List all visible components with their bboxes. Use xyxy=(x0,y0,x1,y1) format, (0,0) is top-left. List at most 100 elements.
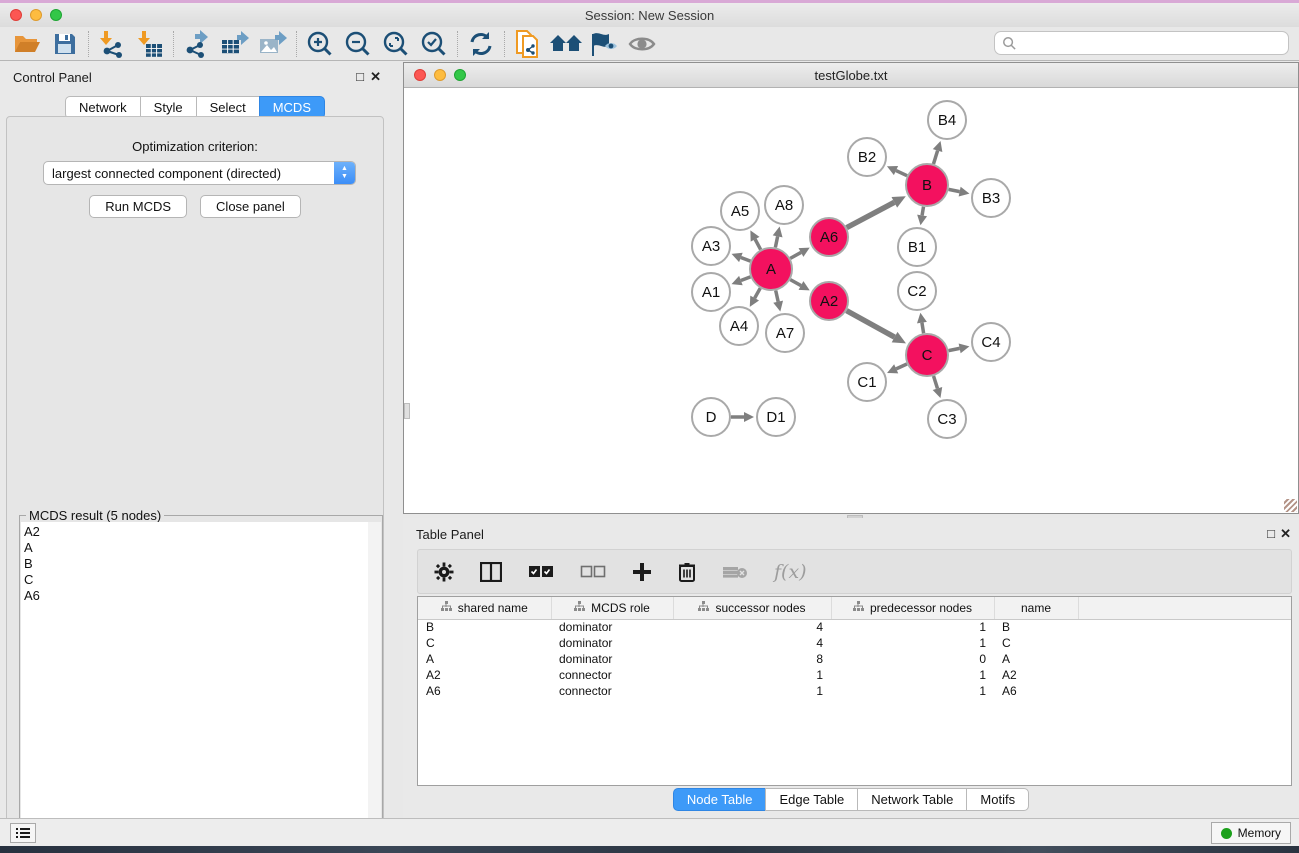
node-A2[interactable]: A2 xyxy=(810,282,848,320)
node-B[interactable]: B xyxy=(906,164,948,206)
import-network-icon[interactable] xyxy=(93,29,131,59)
save-icon[interactable] xyxy=(46,29,84,59)
node-table[interactable]: shared nameMCDS rolesuccessor nodesprede… xyxy=(417,596,1292,786)
edge-B-B2[interactable] xyxy=(896,171,907,176)
tab-network-table[interactable]: Network Table xyxy=(857,788,966,811)
node-A1[interactable]: A1 xyxy=(692,273,730,311)
export-network-icon[interactable] xyxy=(178,29,216,59)
column-header-successor-nodes[interactable]: successor nodes xyxy=(673,597,831,619)
node-B1[interactable]: B1 xyxy=(898,228,936,266)
open-folder-icon[interactable] xyxy=(8,29,46,59)
import-table-icon[interactable] xyxy=(131,29,169,59)
node-B2[interactable]: B2 xyxy=(848,138,886,176)
node-A8[interactable]: A8 xyxy=(765,186,803,224)
resize-grip-icon[interactable] xyxy=(1284,499,1297,512)
edge-A2-C[interactable] xyxy=(847,311,895,337)
export-table-icon[interactable] xyxy=(216,29,254,59)
table-row[interactable]: Cdominator41C xyxy=(418,635,1291,651)
table-settings-icon[interactable] xyxy=(434,562,454,582)
mcds-result-item[interactable]: A6 xyxy=(24,588,368,604)
show-hide-icon[interactable] xyxy=(623,29,661,59)
column-layout-icon[interactable] xyxy=(480,562,502,582)
edge-A-A4[interactable] xyxy=(755,288,761,298)
result-scrollbar[interactable] xyxy=(368,522,381,852)
float-window-icon[interactable]: □ xyxy=(1267,527,1275,541)
edge-A-A7[interactable] xyxy=(776,290,778,301)
node-C2[interactable]: C2 xyxy=(898,272,936,310)
node-A6[interactable]: A6 xyxy=(810,218,848,256)
edge-A-A6[interactable] xyxy=(790,252,801,258)
mcds-result-item[interactable]: C xyxy=(24,572,368,588)
mcds-result-item[interactable]: A xyxy=(24,540,368,556)
node-C1[interactable]: C1 xyxy=(848,363,886,401)
style-preview-icon[interactable] xyxy=(585,29,623,59)
delete-column-icon[interactable] xyxy=(678,561,696,582)
run-mcds-button[interactable]: Run MCDS xyxy=(89,195,187,218)
search-field[interactable] xyxy=(994,31,1289,55)
node-A4[interactable]: A4 xyxy=(720,307,758,345)
float-window-icon[interactable]: □ xyxy=(356,70,364,84)
node-C4[interactable]: C4 xyxy=(972,323,1010,361)
edge-A-A1[interactable] xyxy=(741,277,751,281)
table-row[interactable]: A6connector11A6 xyxy=(418,683,1291,699)
node-A[interactable]: A xyxy=(750,248,792,290)
close-panel-icon[interactable]: ✕ xyxy=(1280,527,1291,541)
node-B4[interactable]: B4 xyxy=(928,101,966,139)
tab-edge-table[interactable]: Edge Table xyxy=(765,788,857,811)
close-panel-icon[interactable]: ✕ xyxy=(370,70,381,84)
zoom-in-icon[interactable] xyxy=(301,29,339,59)
optimization-criterion-select[interactable]: largest connected component (directed) ▲… xyxy=(43,161,356,185)
node-D[interactable]: D xyxy=(692,398,730,436)
node-A7[interactable]: A7 xyxy=(766,314,804,352)
edge-A-A8[interactable] xyxy=(775,236,777,247)
column-header-predecessor-nodes[interactable]: predecessor nodes xyxy=(831,597,994,619)
function-builder-icon[interactable]: f(x) xyxy=(774,561,807,583)
edge-C-C4[interactable] xyxy=(949,348,960,350)
edge-A-A2[interactable] xyxy=(790,280,801,286)
network-graph[interactable]: A B C A6 A2 A1 A3 A4 A5 A7 A8 B1 B2 B3 B4 C1 C2 C3 C4 D D1 xyxy=(404,88,1298,513)
edge-B-B4[interactable] xyxy=(933,151,937,164)
edge-B-B1[interactable] xyxy=(922,207,923,216)
node-C[interactable]: C xyxy=(906,334,948,376)
zoom-out-icon[interactable] xyxy=(339,29,377,59)
edge-B-B3[interactable] xyxy=(949,189,960,191)
edge-A6-B[interactable] xyxy=(847,202,895,227)
node-C3[interactable]: C3 xyxy=(928,400,966,438)
mcds-result-list[interactable]: A2ABCA6 xyxy=(21,522,369,852)
add-column-icon[interactable] xyxy=(632,562,652,582)
edge-C-C3[interactable] xyxy=(934,376,938,388)
node-A5[interactable]: A5 xyxy=(721,192,759,230)
node-A3[interactable]: A3 xyxy=(692,227,730,265)
edge-C-C1[interactable] xyxy=(896,364,907,369)
edge-A-A5[interactable] xyxy=(755,239,761,249)
tab-node-table[interactable]: Node Table xyxy=(673,788,766,811)
task-history-button[interactable] xyxy=(10,823,36,843)
tab-motifs[interactable]: Motifs xyxy=(966,788,1029,811)
memory-button[interactable]: Memory xyxy=(1211,822,1291,844)
close-panel-button[interactable]: Close panel xyxy=(200,195,301,218)
table-row[interactable]: A2connector11A2 xyxy=(418,667,1291,683)
edge-A-A3[interactable] xyxy=(741,257,751,261)
zoom-fit-icon[interactable] xyxy=(377,29,415,59)
column-header-shared-name[interactable]: shared name xyxy=(418,597,551,619)
node-D1[interactable]: D1 xyxy=(757,398,795,436)
mcds-result-item[interactable]: A2 xyxy=(24,524,368,540)
export-image-icon[interactable] xyxy=(254,29,292,59)
edge-C-C2[interactable] xyxy=(922,323,924,334)
delete-table-icon[interactable] xyxy=(722,564,748,580)
table-row[interactable]: Adominator80A xyxy=(418,651,1291,667)
network-canvas[interactable]: A B C A6 A2 A1 A3 A4 A5 A7 A8 B1 B2 B3 B4 C1 C2 C3 C4 D D1 xyxy=(404,88,1298,513)
column-header-MCDS-role[interactable]: MCDS role xyxy=(551,597,673,619)
select-all-columns-icon[interactable] xyxy=(528,565,554,579)
network-window-titlebar[interactable]: testGlobe.txt xyxy=(404,63,1298,88)
left-splitter-grip[interactable] xyxy=(404,403,410,419)
copy-network-icon[interactable] xyxy=(509,29,547,59)
zoom-selected-icon[interactable] xyxy=(415,29,453,59)
search-input[interactable] xyxy=(1017,36,1288,50)
mcds-result-item[interactable]: B xyxy=(24,556,368,572)
node-B3[interactable]: B3 xyxy=(972,179,1010,217)
home-network-icon[interactable] xyxy=(547,29,585,59)
column-header-name[interactable]: name xyxy=(994,597,1078,619)
refresh-layout-icon[interactable] xyxy=(462,29,500,59)
table-row[interactable]: Bdominator41B xyxy=(418,619,1291,635)
